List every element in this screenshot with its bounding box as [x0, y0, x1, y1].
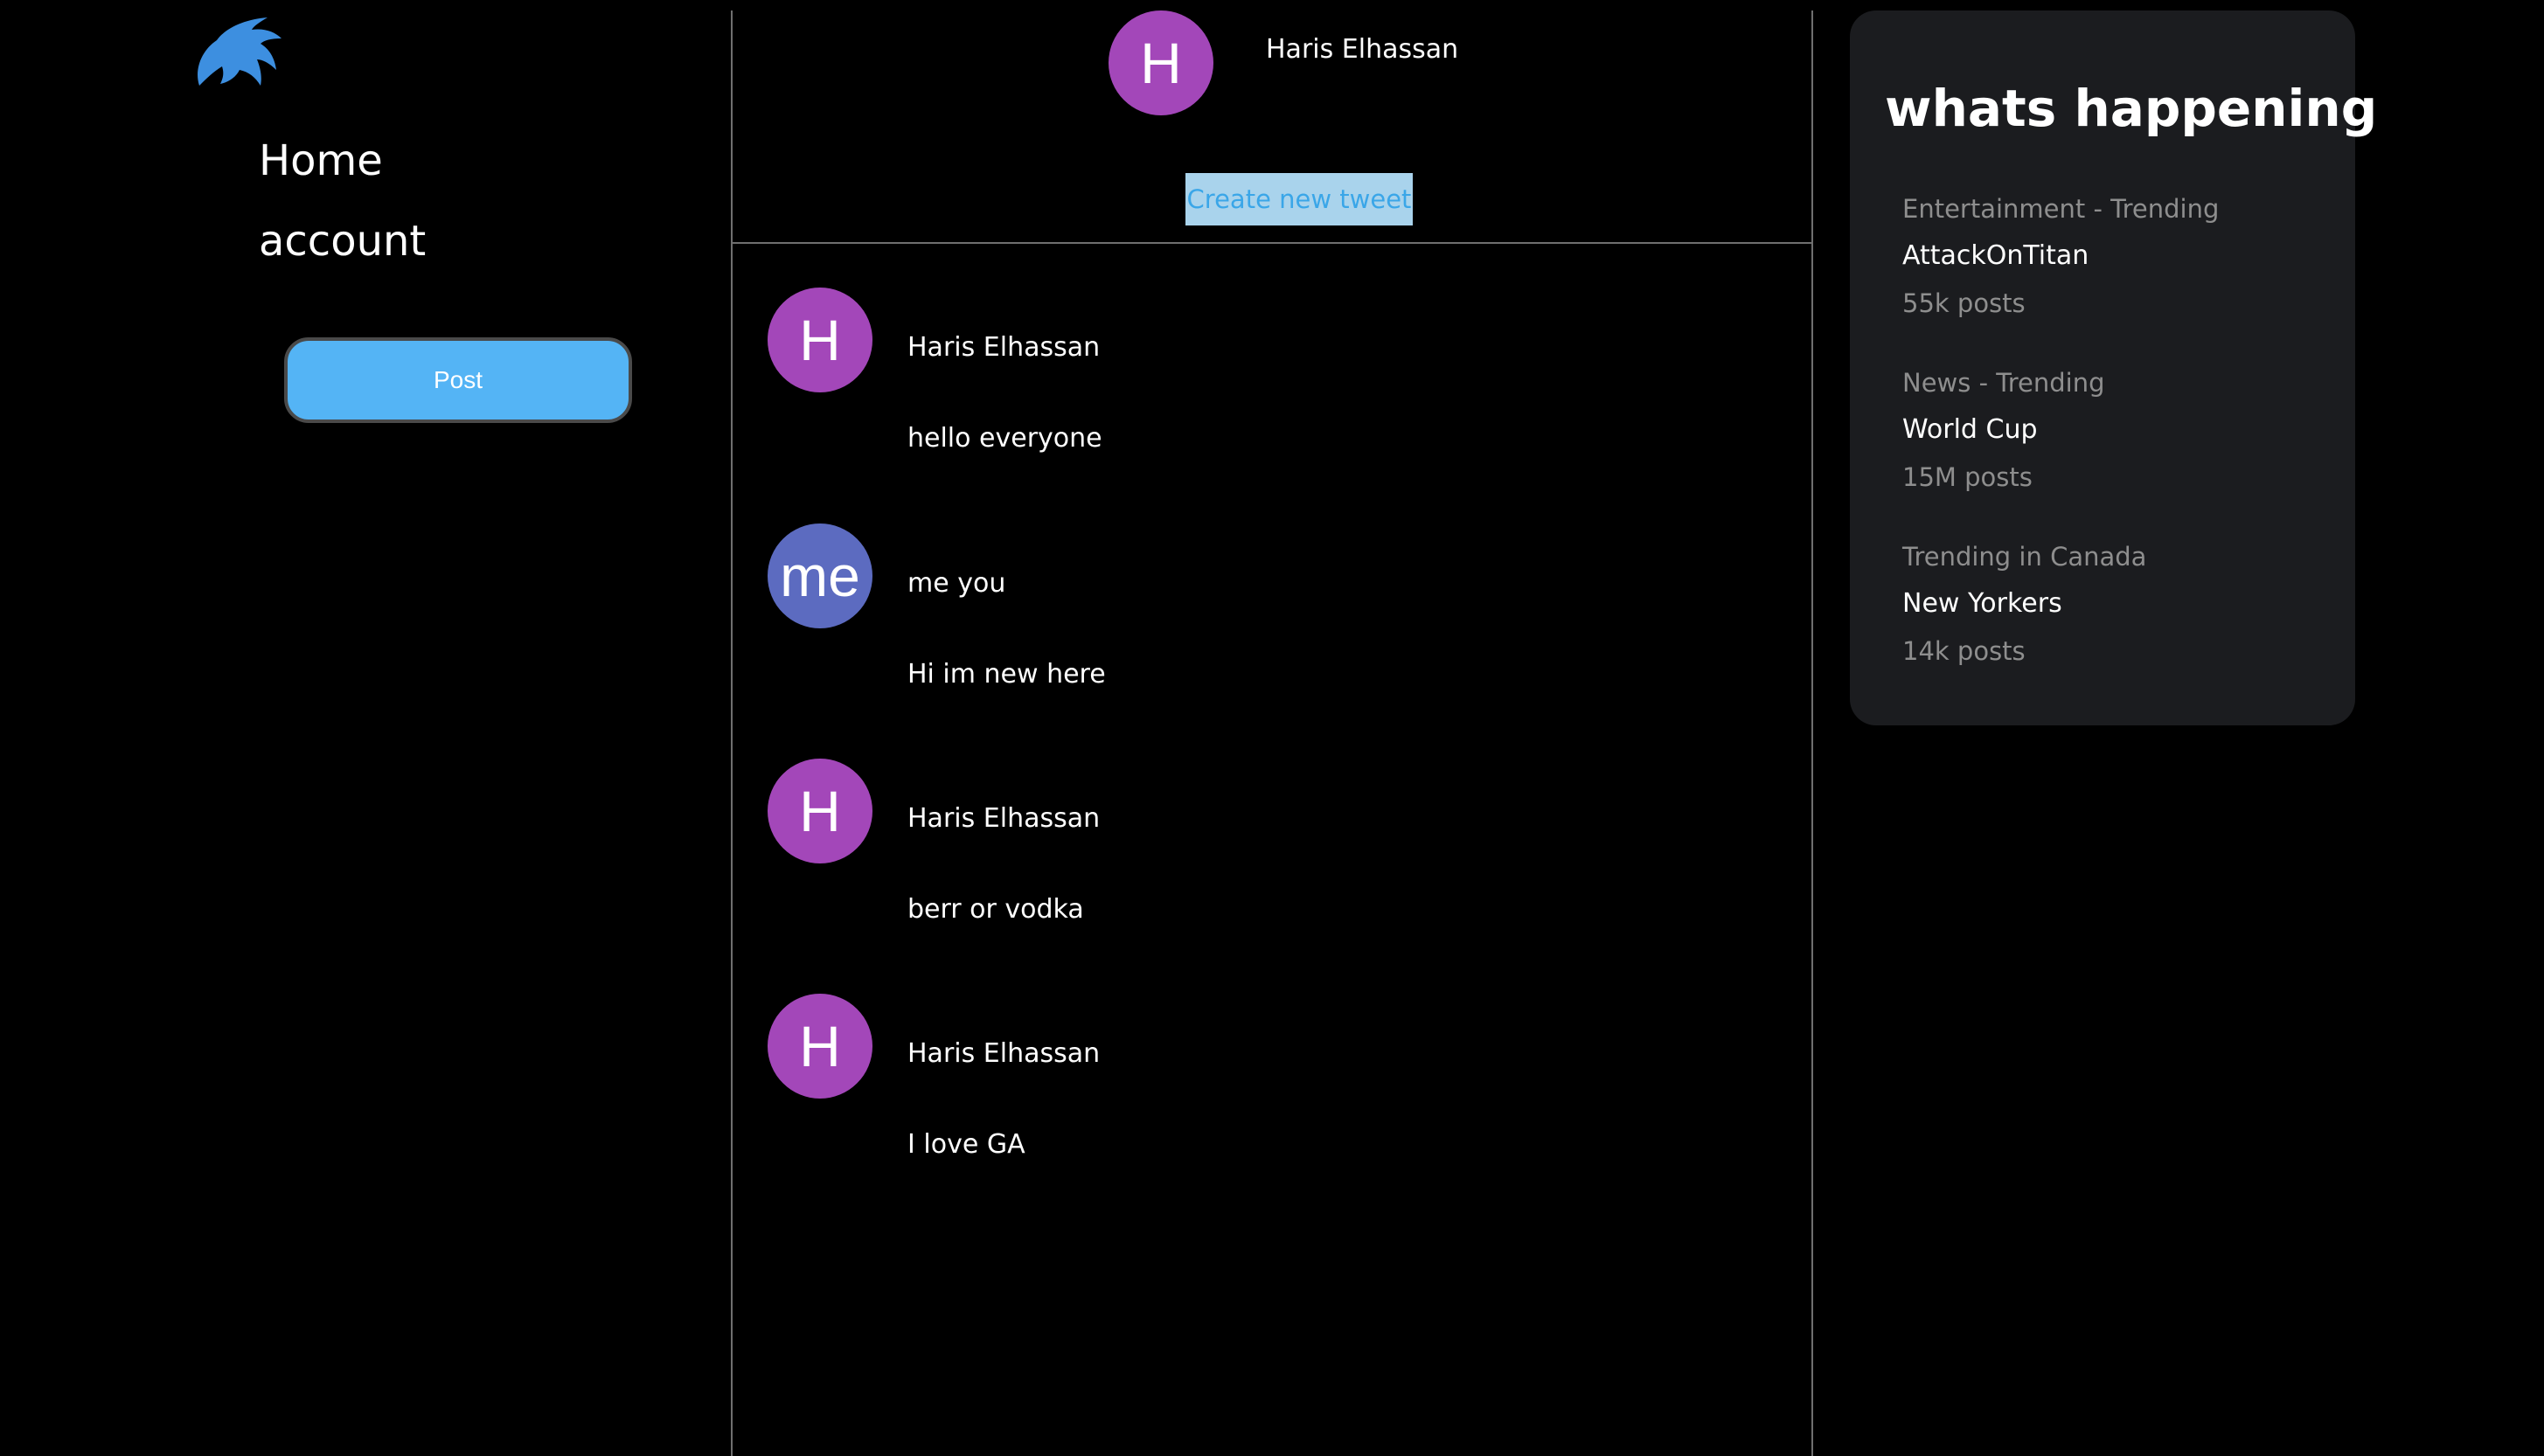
trends-title: whats happening [1885, 79, 2378, 138]
tweet-item: H Haris Elhassan berr or vodka [733, 715, 1811, 925]
trend-category: Entertainment - Trending [1902, 194, 2220, 224]
tweet-text: I love GA [907, 1129, 1025, 1160]
main-feed-column: H Haris Elhassan Create new tweet H Hari… [731, 10, 1813, 1456]
trend-post-count: 55k posts [1902, 288, 2026, 318]
left-sidebar: Home account Post [0, 0, 731, 1456]
tweet-text: hello everyone [907, 423, 1102, 454]
tweet-author: Haris Elhassan [907, 1038, 1101, 1069]
trend-post-count: 14k posts [1902, 636, 2026, 666]
tweet-text: berr or vodka [907, 894, 1084, 925]
nav-account-link[interactable]: account [259, 215, 426, 267]
trends-panel: whats happening Entertainment - Trending… [1850, 10, 2377, 725]
trend-category: Trending in Canada [1902, 542, 2147, 572]
tweet-item: H Haris Elhassan I love GA [733, 950, 1811, 1160]
trend-topic: New Yorkers [1902, 588, 2062, 619]
avatar[interactable]: H [768, 994, 872, 1099]
current-user-name: Haris Elhassan [1266, 34, 1459, 65]
tweet-text: Hi im new here [907, 659, 1106, 690]
bird-logo-icon[interactable] [194, 16, 285, 91]
tweet-author: Haris Elhassan [907, 332, 1101, 363]
trend-category: News - Trending [1902, 368, 2105, 398]
create-tweet-button[interactable]: Create new tweet [1185, 173, 1413, 225]
bird-logo-graphic [198, 17, 282, 86]
trend-post-count: 15M posts [1902, 462, 2033, 492]
feed-header: H Haris Elhassan Create new tweet [733, 10, 1811, 244]
trend-topic: AttackOnTitan [1902, 240, 2089, 271]
avatar[interactable]: H [768, 288, 872, 392]
avatar[interactable]: H [768, 759, 872, 863]
avatar[interactable]: me [768, 523, 872, 628]
app-root: Home account Post H Haris Elhassan Creat… [0, 0, 2544, 1456]
nav-home-link[interactable]: Home [259, 135, 383, 187]
tweet-author: Haris Elhassan [907, 803, 1101, 834]
tweet-item: H Haris Elhassan hello everyone [733, 244, 1811, 454]
tweet-item: me me you Hi im new here [733, 480, 1811, 690]
avatar[interactable]: H [1109, 10, 1213, 115]
tweet-author: me you [907, 568, 1006, 599]
trend-topic: World Cup [1902, 414, 2038, 445]
post-button[interactable]: Post [284, 337, 632, 423]
